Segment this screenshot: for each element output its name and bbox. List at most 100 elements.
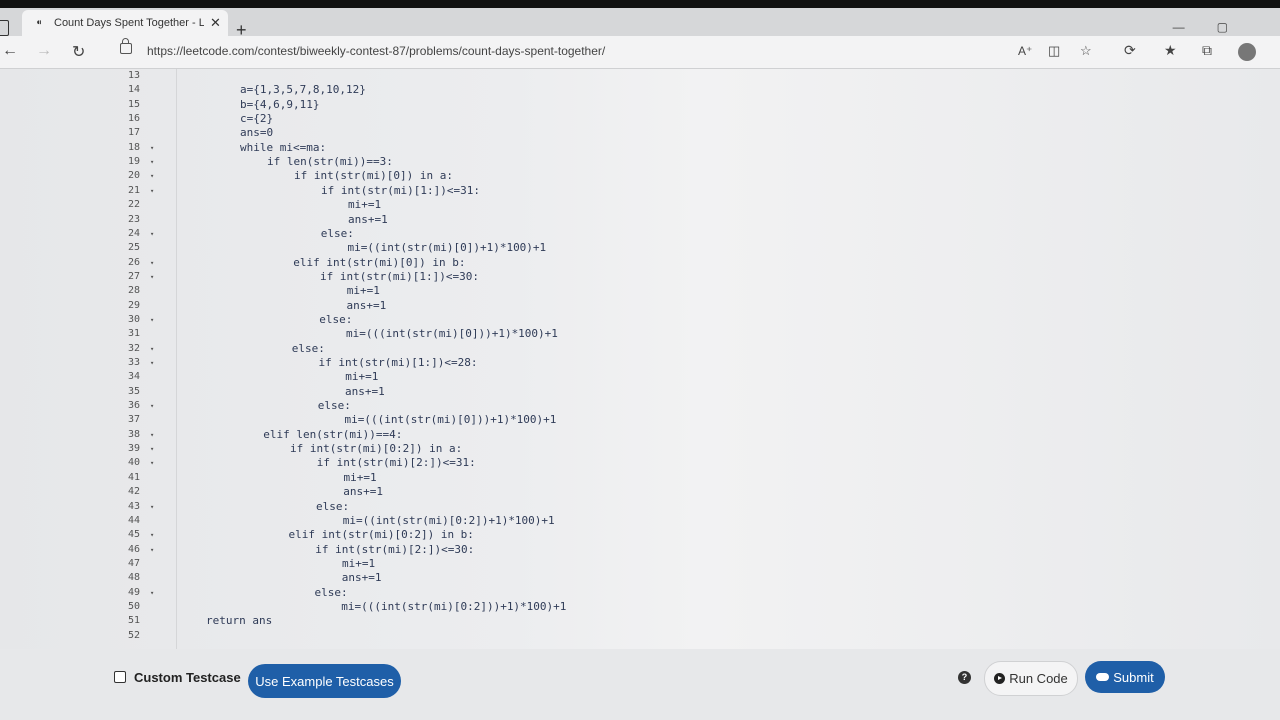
line-number: 42 (127, 486, 140, 498)
back-icon[interactable]: ← (2, 42, 18, 60)
fold-arrow-icon[interactable]: ▾ (150, 141, 154, 155)
code-line[interactable]: 19 ▾ if len(str(mi))==3: (0, 155, 800, 169)
code-line[interactable]: 27 ▾ if int(str(mi)[1:])<=30: (0, 270, 800, 284)
line-code: if int(str(mi)[1:])<=30: (320, 269, 479, 283)
code-line[interactable]: 35 ans+=1 (0, 385, 800, 399)
code-line[interactable]: 21 ▾ if int(str(mi)[1:])<=31: (0, 184, 800, 198)
code-line[interactable]: 14 a={1,3,5,7,8,10,12} (0, 83, 800, 97)
line-number: 44 (127, 514, 140, 526)
code-line[interactable]: 37 mi=(((int(str(mi)[0]))+1)*100)+1 (0, 413, 800, 427)
fold-arrow-icon[interactable]: ▾ (150, 456, 154, 470)
leetcode-tab-icon: ⁌ (35, 15, 43, 30)
line-code: b={4,6,9,11} (240, 97, 320, 111)
url-field[interactable]: https://leetcode.com/contest/biweekly-co… (147, 44, 605, 58)
code-line[interactable]: 18 ▾ while mi<=ma: (0, 141, 800, 155)
code-line[interactable]: 47 mi+=1 (0, 557, 800, 571)
fold-arrow-icon[interactable]: ▾ (150, 500, 154, 514)
fold-arrow-icon[interactable]: ▾ (150, 586, 154, 600)
code-line[interactable]: 52 (0, 629, 800, 643)
code-line[interactable]: 46 ▾ if int(str(mi)[2:])<=30: (0, 543, 800, 557)
help-icon[interactable]: ? (958, 671, 971, 684)
code-line[interactable]: 43 ▾ else: (0, 500, 800, 514)
fold-arrow-icon[interactable]: ▾ (150, 528, 154, 542)
collections-icon[interactable]: ⧉ (1202, 42, 1212, 59)
fold-arrow-icon[interactable]: ▾ (150, 428, 154, 442)
fold-arrow-icon[interactable]: ▾ (150, 256, 154, 270)
code-line[interactable]: 49 ▾ else: (0, 586, 800, 600)
favorite-add-icon[interactable]: ☆ (1080, 43, 1092, 59)
run-code-label: Run Code (1009, 671, 1068, 686)
fold-arrow-icon[interactable]: ▾ (150, 227, 154, 241)
sidebar-toggle-icon[interactable] (0, 20, 9, 36)
line-number: 26 (127, 256, 140, 268)
submit-button[interactable]: Submit (1085, 661, 1165, 693)
fold-arrow-icon[interactable]: ▾ (150, 442, 154, 456)
line-code: a={1,3,5,7,8,10,12} (240, 83, 366, 97)
code-line[interactable]: 16 c={2} (0, 112, 800, 126)
fold-arrow-icon[interactable]: ▾ (150, 399, 154, 413)
line-number: 19 (127, 156, 140, 168)
line-code: mi+=1 (342, 556, 376, 570)
code-line[interactable]: 39 ▾ if int(str(mi)[0:2]) in a: (0, 442, 800, 456)
use-example-testcases-button[interactable]: Use Example Testcases (248, 664, 401, 698)
code-line[interactable]: 40 ▾ if int(str(mi)[2:])<=31: (0, 456, 800, 470)
line-number: 46 (127, 543, 140, 555)
read-aloud-icon[interactable]: A⁺ (1018, 44, 1032, 58)
window-controls[interactable]: —▢ (1173, 20, 1260, 34)
code-line[interactable]: 36 ▾ else: (0, 399, 800, 413)
code-editor[interactable]: 13 14 a={1,3,5,7,8,10,12} 15 b={4,6,9,11} 16 c… (0, 69, 1280, 649)
favorites-icon[interactable]: ★ (1164, 42, 1177, 59)
line-number: 18 (127, 141, 140, 153)
line-number: 22 (127, 199, 140, 211)
run-code-button[interactable]: Run Code (984, 661, 1078, 696)
fold-arrow-icon[interactable]: ▾ (150, 169, 154, 183)
address-bar-row: ← → ↻ https://leetcode.com/contest/biwee… (0, 36, 1280, 69)
code-line[interactable]: 42 ans+=1 (0, 485, 800, 499)
immersive-reader-icon[interactable]: ◫ (1048, 43, 1060, 59)
code-line[interactable]: 30 ▾ else: (0, 313, 800, 327)
fold-arrow-icon[interactable]: ▾ (150, 184, 154, 198)
code-line[interactable]: 33 ▾ if int(str(mi)[1:])<=28: (0, 356, 800, 370)
code-line[interactable]: 24 ▾ else: (0, 227, 800, 241)
extensions-icon[interactable]: ⟳ (1124, 42, 1136, 59)
close-icon[interactable]: ✕ (210, 15, 221, 31)
fold-arrow-icon[interactable]: ▾ (150, 342, 154, 356)
reload-icon[interactable]: ↻ (72, 42, 85, 62)
code-line[interactable]: 41 mi+=1 (0, 471, 800, 485)
fold-arrow-icon[interactable]: ▾ (150, 155, 154, 169)
code-line[interactable]: 31 mi=(((int(str(mi)[0]))+1)*100)+1 (0, 327, 800, 341)
code-line[interactable]: 51 return ans (0, 614, 800, 628)
code-line[interactable]: 20 ▾ if int(str(mi)[0]) in a: (0, 169, 800, 183)
code-line[interactable]: 26 ▾ elif int(str(mi)[0]) in b: (0, 256, 800, 270)
code-line[interactable]: 29 ans+=1 (0, 299, 800, 313)
custom-testcase-checkbox[interactable] (114, 671, 126, 683)
code-line[interactable]: 44 mi=((int(str(mi)[0:2])+1)*100)+1 (0, 514, 800, 528)
lock-icon[interactable] (120, 38, 132, 54)
code-line[interactable]: 50 mi=(((int(str(mi)[0:2]))+1)*100)+1 (0, 600, 800, 614)
code-line[interactable]: 13 (0, 69, 800, 83)
profile-icon[interactable] (1238, 43, 1256, 61)
code-line[interactable]: 28 mi+=1 (0, 284, 800, 298)
line-number: 38 (127, 428, 140, 440)
code-line[interactable]: 45 ▾ elif int(str(mi)[0:2]) in b: (0, 528, 800, 542)
fold-arrow-icon[interactable]: ▾ (150, 356, 154, 370)
code-line[interactable]: 23 ans+=1 (0, 213, 800, 227)
line-number: 31 (127, 328, 140, 340)
line-number: 37 (127, 414, 140, 426)
code-line[interactable]: 34 mi+=1 (0, 370, 800, 384)
code-line[interactable]: 17 ans=0 (0, 126, 800, 140)
fold-arrow-icon[interactable]: ▾ (150, 270, 154, 284)
fold-arrow-icon[interactable]: ▾ (150, 543, 154, 557)
code-line[interactable]: 38 ▾ elif len(str(mi))==4: (0, 428, 800, 442)
code-line[interactable]: 25 mi=((int(str(mi)[0])+1)*100)+1 (0, 241, 800, 255)
code-line[interactable]: 15 b={4,6,9,11} (0, 98, 800, 112)
line-number: 48 (127, 572, 140, 584)
code-line[interactable]: 22 mi+=1 (0, 198, 800, 212)
line-code: else: (291, 341, 325, 355)
code-line[interactable]: 32 ▾ else: (0, 342, 800, 356)
forward-icon[interactable]: → (36, 42, 52, 60)
browser-tab[interactable]: ⁌ Count Days Spent Together - Lee ✕ (22, 10, 228, 36)
code-line[interactable]: 48 ans+=1 (0, 571, 800, 585)
fold-arrow-icon[interactable]: ▾ (150, 313, 154, 327)
line-code: mi+=1 (345, 370, 379, 384)
